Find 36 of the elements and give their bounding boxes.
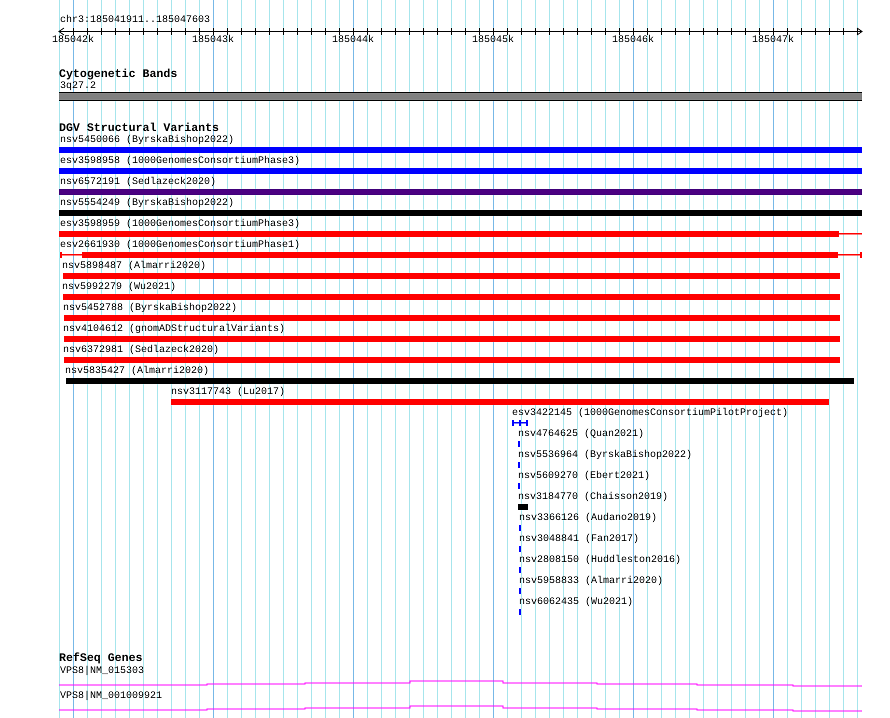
track-title: Cytogenetic Bands <box>59 68 178 81</box>
gene-label: VPS8|NM_015303 <box>60 665 144 677</box>
variant-label: nsv5835427 (Almarri2020) <box>65 366 210 377</box>
variant-label: nsv5554249 (ByrskaBishop2022) <box>60 198 234 209</box>
variant-label: nsv6372981 (Sedlazeck2020) <box>63 345 220 356</box>
variant-label: nsv3048841 (Fan2017) <box>519 534 640 545</box>
variant-label: esv3598959 (1000GenomesConsortiumPhase3) <box>60 219 300 230</box>
gene-label: VPS8|NM_001009921 <box>60 690 162 702</box>
band-label: 3q27.2 <box>60 81 96 92</box>
variant-label: nsv5450066 (ByrskaBishop2022) <box>60 135 234 146</box>
tick-label: 185044k <box>330 35 375 46</box>
track-title: RefSeq Genes <box>59 652 142 665</box>
variant-label: esv2661930 (1000GenomesConsortiumPhase1) <box>60 240 300 251</box>
variant-label: nsv4104612 (gnomADStructuralVariants) <box>63 324 286 335</box>
variant-label: nsv3184770 (Chaisson2019) <box>518 492 668 503</box>
tick-label: 185043k <box>190 35 235 46</box>
tick-label: 185046k <box>610 35 655 46</box>
variant-label: nsv6572191 (Sedlazeck2020) <box>60 177 216 188</box>
variant-label: nsv3117743 (Lu2017) <box>171 387 286 398</box>
track-title: DGV Structural Variants <box>59 122 220 135</box>
variant-label: nsv5536964 (ByrskaBishop2022) <box>518 450 692 461</box>
tick-label: 185042k <box>50 35 95 46</box>
variant-label: nsv4764625 (Quan2021) <box>518 429 644 440</box>
variant-label: nsv2808150 (Huddleston2016) <box>519 555 682 566</box>
location-label: chr3:185041911..185047603 <box>60 15 210 26</box>
variant-label: nsv5898487 (Almarri2020) <box>62 261 206 272</box>
variant-label: nsv5609270 (Ebert2021) <box>518 471 650 482</box>
variant-label: nsv5992279 (Wu2021) <box>62 282 176 293</box>
tick-label: 185045k <box>470 35 515 46</box>
variant-label: nsv6062435 (Wu2021) <box>519 597 634 608</box>
variant-label: nsv3366126 (Audano2019) <box>519 513 658 524</box>
tick-label: 185047k <box>750 35 795 46</box>
variant-label: esv3422145 (1000GenomesConsortiumPilotProject) <box>512 408 788 419</box>
variant-label: nsv5452788 (ByrskaBishop2022) <box>63 303 238 314</box>
variant-label: nsv5958833 (Almarri2020) <box>519 576 664 587</box>
variant-label: esv3598958 (1000GenomesConsortiumPhase3) <box>60 156 300 167</box>
